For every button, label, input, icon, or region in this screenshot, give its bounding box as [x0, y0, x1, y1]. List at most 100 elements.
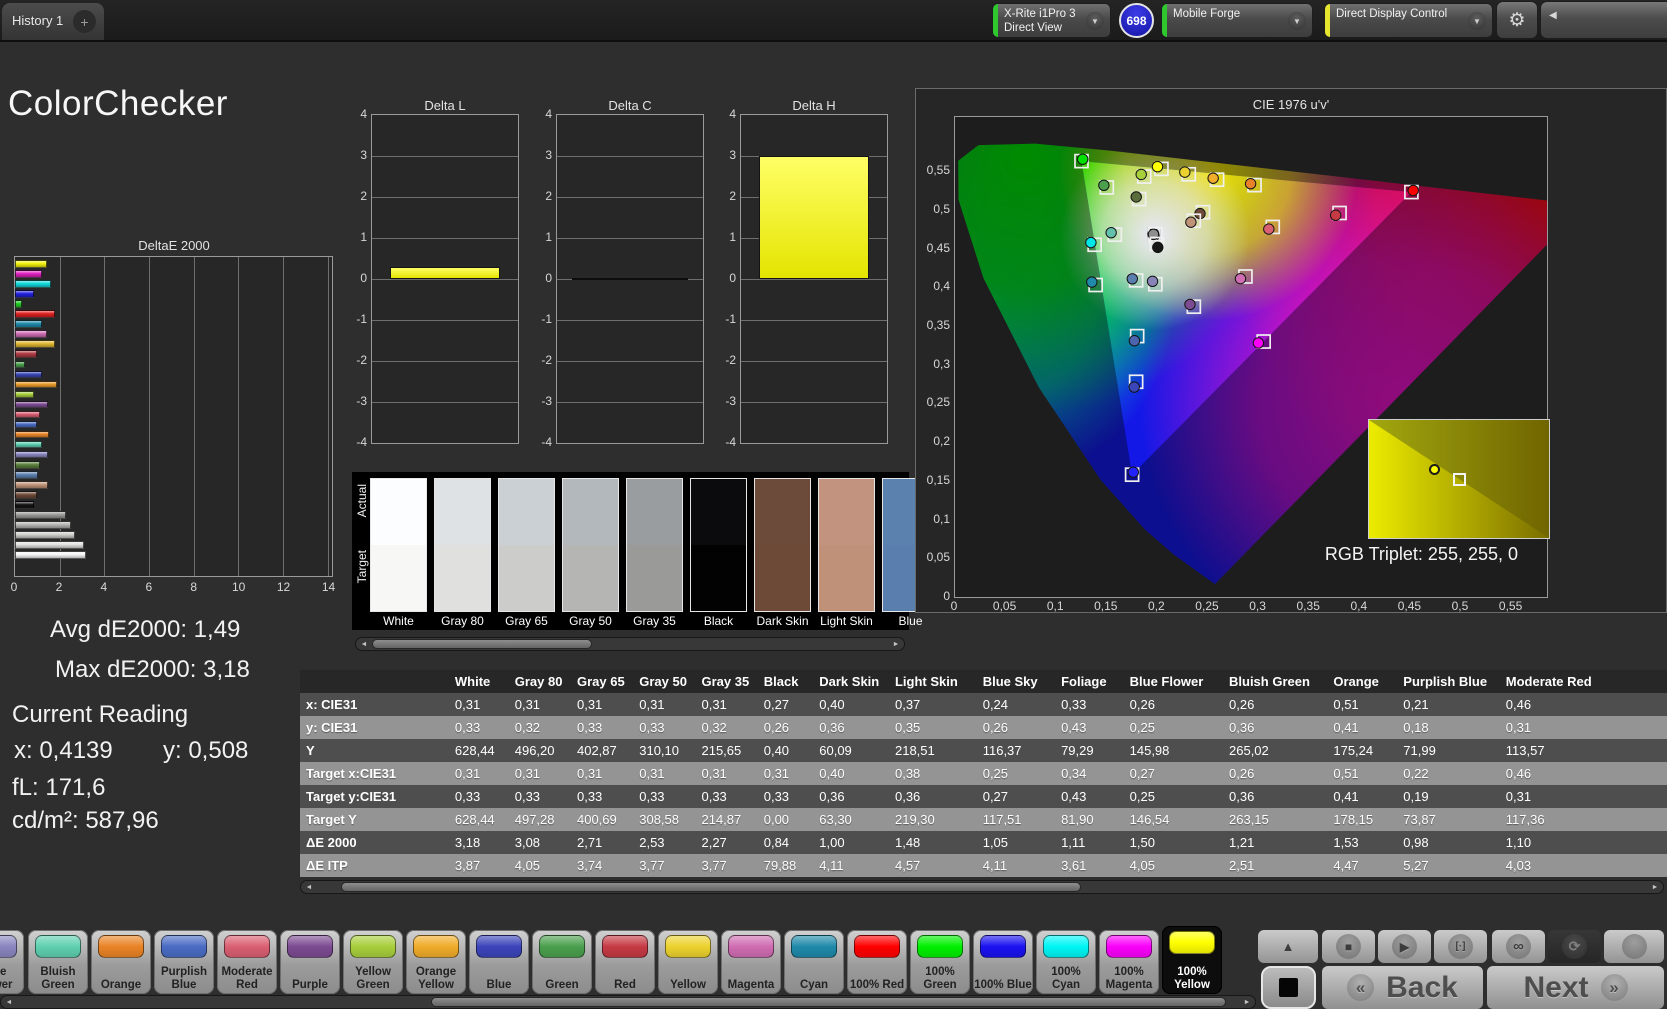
table-cell: 215,65 [695, 739, 758, 762]
single-measure-button[interactable]: [·] [1434, 930, 1487, 963]
swatch-label: Dark Skin [756, 614, 809, 628]
patch-button-blue[interactable]: Blue [469, 930, 529, 994]
gridline [557, 197, 703, 198]
patch-button-yellow-green[interactable]: Yellow Green [343, 930, 403, 994]
scroll-left-icon[interactable]: ◄ [302, 882, 316, 892]
swatch-scrollbar-thumb[interactable] [372, 639, 592, 649]
patch-color-swatch [98, 935, 144, 958]
patch-color-swatch [1169, 931, 1215, 954]
record-button[interactable] [1604, 930, 1664, 963]
patch-button-100-red[interactable]: 100% Red [847, 930, 907, 994]
patch-button-yellow[interactable]: Yellow [658, 930, 718, 994]
add-tab-button[interactable]: + [73, 10, 96, 33]
patch-color-swatch [1043, 935, 1089, 958]
patch-button-100-cyan[interactable]: 100% Cyan [1036, 930, 1096, 994]
axis-tick-label: 0,4 [1350, 599, 1368, 613]
back-button[interactable]: « Back [1322, 966, 1483, 1009]
patch-button-100-blue[interactable]: 100% Blue [973, 930, 1033, 994]
table-cell: 0,36 [813, 716, 889, 739]
axis-tick-label: 0,1 [1046, 599, 1064, 613]
table-cell: 3,77 [633, 854, 696, 877]
patch-row-scrollbar-thumb[interactable] [431, 997, 1226, 1007]
stop-measurement-button[interactable] [1261, 966, 1316, 1009]
next-button[interactable]: Next » [1487, 966, 1664, 1009]
measured-marker [1130, 191, 1142, 203]
deltae-bar [15, 410, 40, 419]
table-cell: 113,57 [1499, 739, 1667, 762]
scroll-left-icon[interactable]: ◄ [2, 997, 16, 1007]
patch-button-cyan[interactable]: Cyan [784, 930, 844, 994]
play-button[interactable]: ▶ [1378, 930, 1431, 963]
row-label: Target Y [300, 808, 449, 831]
scroll-right-icon[interactable]: ► [889, 639, 903, 649]
deltae-bar [15, 350, 38, 358]
swatch-target [755, 545, 810, 611]
table-row: x: CIE31 0,31 0,31 0,31 0,31 0,31 0,27 0,40 0,37… [300, 693, 1667, 716]
patch-button-bluish-green[interactable]: Bluish Green [28, 930, 88, 994]
patch-button-orange[interactable]: Orange [91, 930, 151, 994]
source-dropdown[interactable]: Mobile Forge ▼ [1162, 4, 1312, 37]
table-row: Target Y 628,44 497,28 400,69 308,58 214,87 0,… [300, 808, 1667, 831]
measurement-count-badge[interactable]: 698 [1119, 3, 1154, 38]
patch-button-label: 100% Red [849, 978, 905, 991]
control-status-accent [1325, 4, 1330, 37]
refresh-button[interactable]: ⟳ [1548, 930, 1601, 963]
patch-button-label: Purple [292, 978, 328, 991]
patch-button-label: Red [614, 978, 636, 991]
patch-button-purple[interactable]: Purple [280, 930, 340, 994]
axis-tick-label: -2 [725, 353, 736, 367]
measured-marker [1098, 179, 1110, 191]
patch-button-label: Blue Flower [0, 966, 13, 991]
table-cell: 4,03 [1499, 854, 1667, 877]
patch-button-label: Yellow Green [355, 966, 391, 991]
current-reading-label: Current Reading [12, 701, 189, 728]
axis-tick-label: -4 [541, 435, 552, 449]
swatch-label: Black [703, 614, 734, 628]
column-header: Foliage [1055, 670, 1124, 693]
table-cell: 0,33 [570, 716, 634, 739]
patch-button-100-yellow[interactable]: 100% Yellow [1162, 926, 1222, 994]
patch-button-purplish-blue[interactable]: Purplish Blue [154, 930, 214, 994]
patch-button-100-green[interactable]: 100% Green [910, 930, 970, 994]
control-dropdown[interactable]: Direct Display Control ▼ [1325, 4, 1492, 37]
tab-history-1[interactable]: History 1 + [2, 3, 104, 40]
scroll-right-icon[interactable]: ► [1240, 997, 1254, 1007]
continuous-measure-button[interactable]: ∞ [1492, 930, 1545, 963]
table-cell: 0,31 [508, 762, 571, 785]
deltae-bar [15, 330, 47, 338]
stop-button[interactable]: ■ [1322, 930, 1375, 963]
table-scrollbar-thumb[interactable] [341, 882, 1081, 892]
control-label: Direct Display Control [1336, 8, 1448, 20]
swatch-target [371, 545, 426, 611]
table-cell: 0,51 [1327, 762, 1398, 785]
table-cell: 0,22 [1397, 762, 1500, 785]
patch-button-100-magenta[interactable]: 100% Magenta [1099, 930, 1159, 994]
scroll-up-button[interactable]: ▲ [1258, 930, 1318, 963]
actual-target-swatch-strip: Actual Target White Gray 80 Gray 65 Gray 50… [352, 472, 939, 630]
meter-dropdown[interactable]: X-Rite i1Pro 3 Direct View ▼ [993, 4, 1110, 37]
table-cell: 4,11 [976, 854, 1056, 877]
scroll-left-icon[interactable]: ◄ [357, 639, 371, 649]
table-cell: 0,41 [1327, 716, 1398, 739]
scroll-right-icon[interactable]: ► [1648, 882, 1662, 892]
collapse-panel-button[interactable]: ◀ [1541, 2, 1667, 38]
up-arrow-icon: ▲ [1281, 939, 1295, 954]
swatch-scrollbar[interactable]: ◄ ► [355, 637, 905, 651]
patch-button-magenta[interactable]: Magenta [721, 930, 781, 994]
patch-button-blue-flower[interactable]: Blue Flower [0, 930, 24, 994]
settings-button[interactable]: ⚙ [1497, 2, 1537, 38]
table-cell: 0,31 [1499, 785, 1667, 808]
patch-button-green[interactable]: Green [532, 930, 592, 994]
patch-button-moderate-red[interactable]: Moderate Red [217, 930, 277, 994]
patch-row-scrollbar[interactable]: ◄ ► [0, 995, 1256, 1009]
cie-title: CIE 1976 u'v' [1252, 97, 1330, 112]
table-scrollbar[interactable]: ◄ ► [300, 880, 1664, 894]
table-cell: 2,71 [570, 831, 634, 854]
axis-tick-label: 0 [729, 271, 736, 285]
table-cell: 1,48 [888, 831, 977, 854]
table-cell: 4,57 [888, 854, 977, 877]
table-cell: 0,26 [1223, 693, 1328, 716]
table-cell: 0,33 [633, 716, 696, 739]
patch-button-orange-yellow[interactable]: Orange Yellow [406, 930, 466, 994]
patch-button-red[interactable]: Red [595, 930, 655, 994]
